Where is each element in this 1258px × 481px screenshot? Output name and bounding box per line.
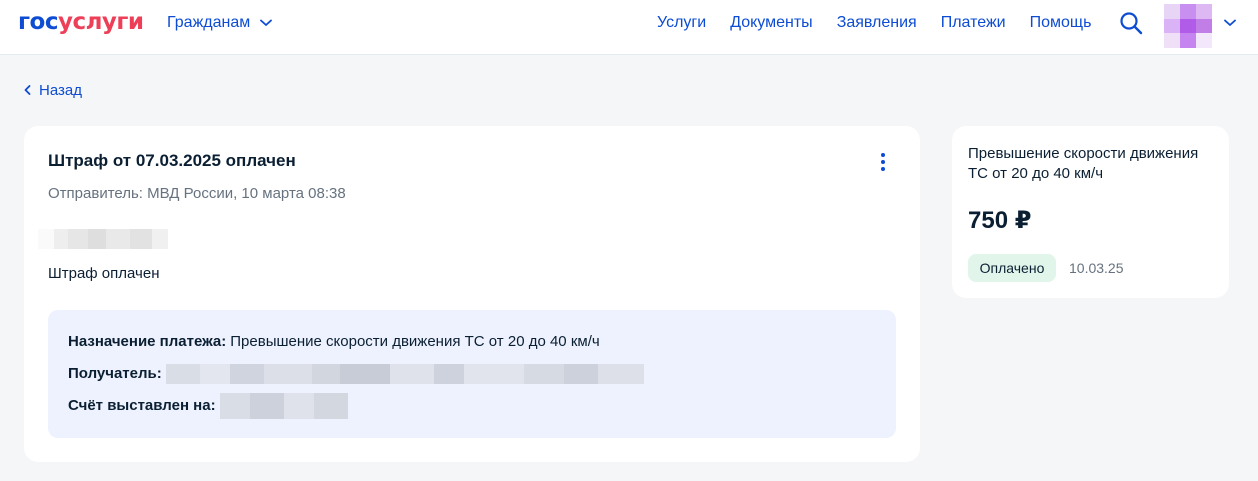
more-options-icon[interactable] <box>874 152 892 172</box>
payment-purpose-row: Назначение платежа: Превышение скорости … <box>68 332 600 352</box>
redacted-issued-to <box>219 393 348 419</box>
nav-payments[interactable]: Платежи <box>941 13 1006 33</box>
summary-date: 10.03.25 <box>1069 260 1124 276</box>
top-header: госуслуги Гражданам Услуги Документы Зая… <box>0 0 1258 55</box>
logo-part-uslugi: услуги <box>57 9 144 35</box>
nav-help[interactable]: Помощь <box>1030 13 1092 33</box>
status-badge: Оплачено <box>968 254 1056 282</box>
chevron-down-icon <box>260 19 273 26</box>
nav-services[interactable]: Услуги <box>657 13 706 33</box>
payment-info-panel: Назначение платежа: Превышение скорости … <box>48 310 896 438</box>
avatar[interactable] <box>1164 4 1212 48</box>
audience-dropdown[interactable]: Гражданам <box>167 13 273 33</box>
fine-sender: Отправитель: МВД России, 10 марта 08:38 <box>48 185 346 202</box>
issued-to-row: Счёт выставлен на: <box>68 393 348 419</box>
recipient-row: Получатель: <box>68 364 644 384</box>
fine-status-text: Штраф оплачен <box>48 265 160 282</box>
main-nav: Услуги Документы Заявления Платежи Помощ… <box>657 13 1091 33</box>
profile-chevron-down-icon[interactable] <box>1224 19 1236 27</box>
redacted-text <box>38 229 168 249</box>
gosuslugi-logo[interactable]: госуслуги <box>18 9 144 35</box>
redacted-recipient <box>165 364 644 384</box>
audience-label: Гражданам <box>167 14 251 31</box>
search-icon[interactable] <box>1119 11 1143 35</box>
recipient-label: Получатель: <box>68 365 162 382</box>
fine-summary-card[interactable]: Превышение скорости движения ТС от 20 до… <box>952 126 1229 298</box>
logo-part-gos: гос <box>18 9 58 35</box>
back-label: Назад <box>39 81 82 99</box>
back-link[interactable]: Назад <box>24 80 82 100</box>
payment-purpose-value: Превышение скорости движения ТС от 20 до… <box>230 333 600 350</box>
nav-applications[interactable]: Заявления <box>837 13 917 33</box>
nav-documents[interactable]: Документы <box>730 13 812 33</box>
chevron-left-icon <box>24 85 31 95</box>
fine-card: Штраф от 07.03.2025 оплачен Отправитель:… <box>24 126 920 462</box>
summary-title: Превышение скорости движения ТС от 20 до… <box>968 145 1199 182</box>
fine-title: Штраф от 07.03.2025 оплачен <box>48 151 296 170</box>
issued-to-label: Счёт выставлен на: <box>68 397 216 414</box>
summary-amount: 750 ₽ <box>968 207 1032 234</box>
payment-purpose-label: Назначение платежа: <box>68 333 227 350</box>
